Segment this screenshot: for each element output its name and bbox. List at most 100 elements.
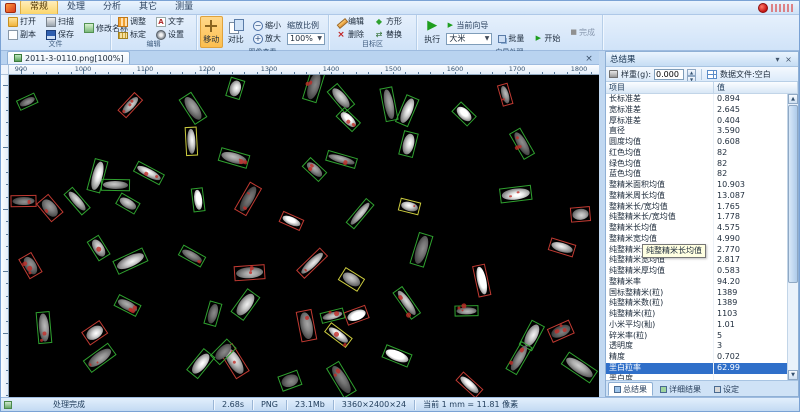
result-row[interactable]: 整精米周长均值13.087 (606, 191, 787, 202)
tab-total-results-label: 总结果 (623, 384, 647, 395)
result-item-label: 直径 (606, 126, 714, 137)
document-tab[interactable]: 2011-3-0110.png[100%] (7, 51, 130, 64)
result-row[interactable]: 整精米长/宽均值1.765 (606, 202, 787, 213)
rice-grain (18, 95, 36, 108)
datafile-label: 数据文件:空白 (720, 69, 771, 80)
result-row[interactable]: 绿色均值82 (606, 159, 787, 170)
ruler-label: 1700 (509, 65, 526, 73)
scroll-down-icon[interactable]: ▼ (788, 370, 798, 380)
open-button[interactable]: 打开 (4, 16, 40, 27)
result-row[interactable]: 碎米率(粒)5 (606, 331, 787, 342)
result-row[interactable]: 国标整精米(粒)1389 (606, 288, 787, 299)
zoom-in-label: 放大 (265, 33, 281, 44)
panel-close-icon[interactable]: × (783, 55, 794, 64)
move-tool-button[interactable]: 移动 (200, 16, 223, 48)
group-label-target: 目标区 (332, 40, 413, 50)
ruler-row: 900100011001200130014001500160017001800 (1, 65, 599, 75)
zoom-ratio-select[interactable]: 100% (287, 33, 325, 45)
column-header-item[interactable]: 项目 (606, 82, 714, 94)
tab-process[interactable]: 处理 (58, 1, 94, 14)
scrollbar-thumb[interactable] (788, 105, 798, 283)
wizard-select[interactable]: 大米 (446, 33, 492, 45)
result-row[interactable]: 整精米面积均值10.903 (606, 180, 787, 191)
tab-total-results[interactable]: 总结果 (608, 382, 653, 396)
settings-button[interactable]: 设置 (152, 29, 188, 40)
tab-detailed-results[interactable]: 详细结果 (654, 382, 707, 396)
finish-button[interactable]: 完成 (566, 27, 599, 38)
app-icon[interactable] (5, 3, 16, 13)
scroll-up-icon[interactable]: ▲ (788, 94, 798, 104)
results-rows-wrap: 长标准差0.894宽标准差2.645厚标准差0.404直径3.590圆度均值0.… (606, 94, 798, 380)
grain-bounding-box (569, 206, 591, 223)
weight-stepper[interactable]: ▲▼ (687, 69, 696, 80)
ruler-tick (567, 72, 568, 74)
ruler-tick (244, 72, 245, 74)
start-label: 开始 (544, 33, 560, 44)
close-document-icon[interactable]: × (583, 53, 595, 64)
result-row[interactable]: 整精米宽均值4.990 (606, 234, 787, 245)
calibrate-button[interactable]: 标定 (114, 29, 150, 40)
grain-bounding-box (497, 82, 514, 106)
image-canvas[interactable] (9, 75, 599, 397)
stepper-up-icon[interactable]: ▲ (687, 69, 696, 76)
rice-grain (340, 270, 362, 289)
compare-button[interactable]: 对比 (225, 16, 248, 48)
result-row[interactable]: 整精米率94.20 (606, 277, 787, 288)
result-row[interactable]: 精度0.702 (606, 352, 787, 363)
tab-other[interactable]: 其它 (130, 1, 166, 14)
replace-label: 替换 (386, 29, 402, 40)
result-row[interactable]: 直径3.590 (606, 126, 787, 137)
result-row[interactable]: 厚标准差0.404 (606, 116, 787, 127)
rice-grain (135, 163, 161, 182)
result-row[interactable]: 纯整精米厚均值0.583 (606, 266, 787, 277)
result-item-label: 国标整精米(粒) (606, 288, 714, 299)
rename-icon (84, 23, 94, 33)
tab-settings[interactable]: 设定 (708, 382, 745, 396)
batch-button[interactable]: 批量 (494, 33, 528, 44)
result-item-label: 宽标准差 (606, 105, 714, 116)
tab-analysis[interactable]: 分析 (94, 1, 130, 14)
target-edit-button[interactable]: 编辑 (332, 16, 368, 27)
results-scrollbar[interactable]: ▲ ▼ (787, 94, 798, 380)
result-row[interactable]: 宽标准差2.645 (606, 105, 787, 116)
ruler-label: 1300 (261, 65, 278, 73)
target-edit-label: 编辑 (348, 16, 364, 27)
result-row[interactable]: 纯整精米长/宽均值1.778 (606, 212, 787, 223)
copy-button[interactable]: 副本 (4, 29, 40, 40)
result-item-value: 1103 (714, 309, 787, 320)
tab-measure[interactable]: 测量 (166, 1, 202, 14)
ruler-tick (343, 72, 344, 74)
result-row[interactable]: 纯整精米数(粒)1389 (606, 298, 787, 309)
zoom-out-button[interactable]: −缩小 (249, 20, 285, 31)
result-row[interactable]: 蓝色均值82 (606, 169, 787, 180)
result-row[interactable]: 透明度3 (606, 341, 787, 352)
start-button[interactable]: 开始 (530, 33, 564, 44)
ruler-tick (6, 358, 8, 359)
result-row[interactable]: 纯整精米(粒)1103 (606, 309, 787, 320)
weight-input[interactable] (654, 69, 684, 80)
result-row[interactable]: 垩白粒率62.99 (606, 363, 787, 374)
tab-general[interactable]: 常规 (20, 0, 58, 14)
result-item-label: 整精米率 (606, 277, 714, 288)
adjust-button[interactable]: 调整 (114, 16, 150, 27)
ruler-tick (6, 110, 8, 111)
result-row[interactable]: 小米平均(籼)1.01 (606, 320, 787, 331)
result-row[interactable]: 整精米长均值4.575 (606, 223, 787, 234)
result-item-label: 纯整精米数(粒) (606, 298, 714, 309)
result-row[interactable]: 红色均值82 (606, 148, 787, 159)
execute-button[interactable]: 执行 (420, 16, 444, 48)
scan-button[interactable]: 扫描 (42, 16, 78, 27)
target-delete-button[interactable]: 删除 (332, 29, 368, 40)
replace-button[interactable]: 替换 (370, 29, 406, 40)
result-row[interactable]: 长标准差0.894 (606, 94, 787, 105)
column-header-value[interactable]: 值 (714, 82, 798, 94)
result-row[interactable]: 圆度均值0.608 (606, 137, 787, 148)
square-mode-button[interactable]: 方形 (370, 16, 406, 27)
text-button[interactable]: A文字 (152, 16, 188, 27)
zoom-in-button[interactable]: +放大 (249, 33, 285, 44)
panel-menu-icon[interactable]: ▾ (772, 55, 783, 64)
image-file-icon (14, 54, 22, 62)
rice-grain (501, 188, 530, 202)
grain-bounding-box (225, 76, 245, 100)
save-button[interactable]: 保存 (42, 29, 78, 40)
